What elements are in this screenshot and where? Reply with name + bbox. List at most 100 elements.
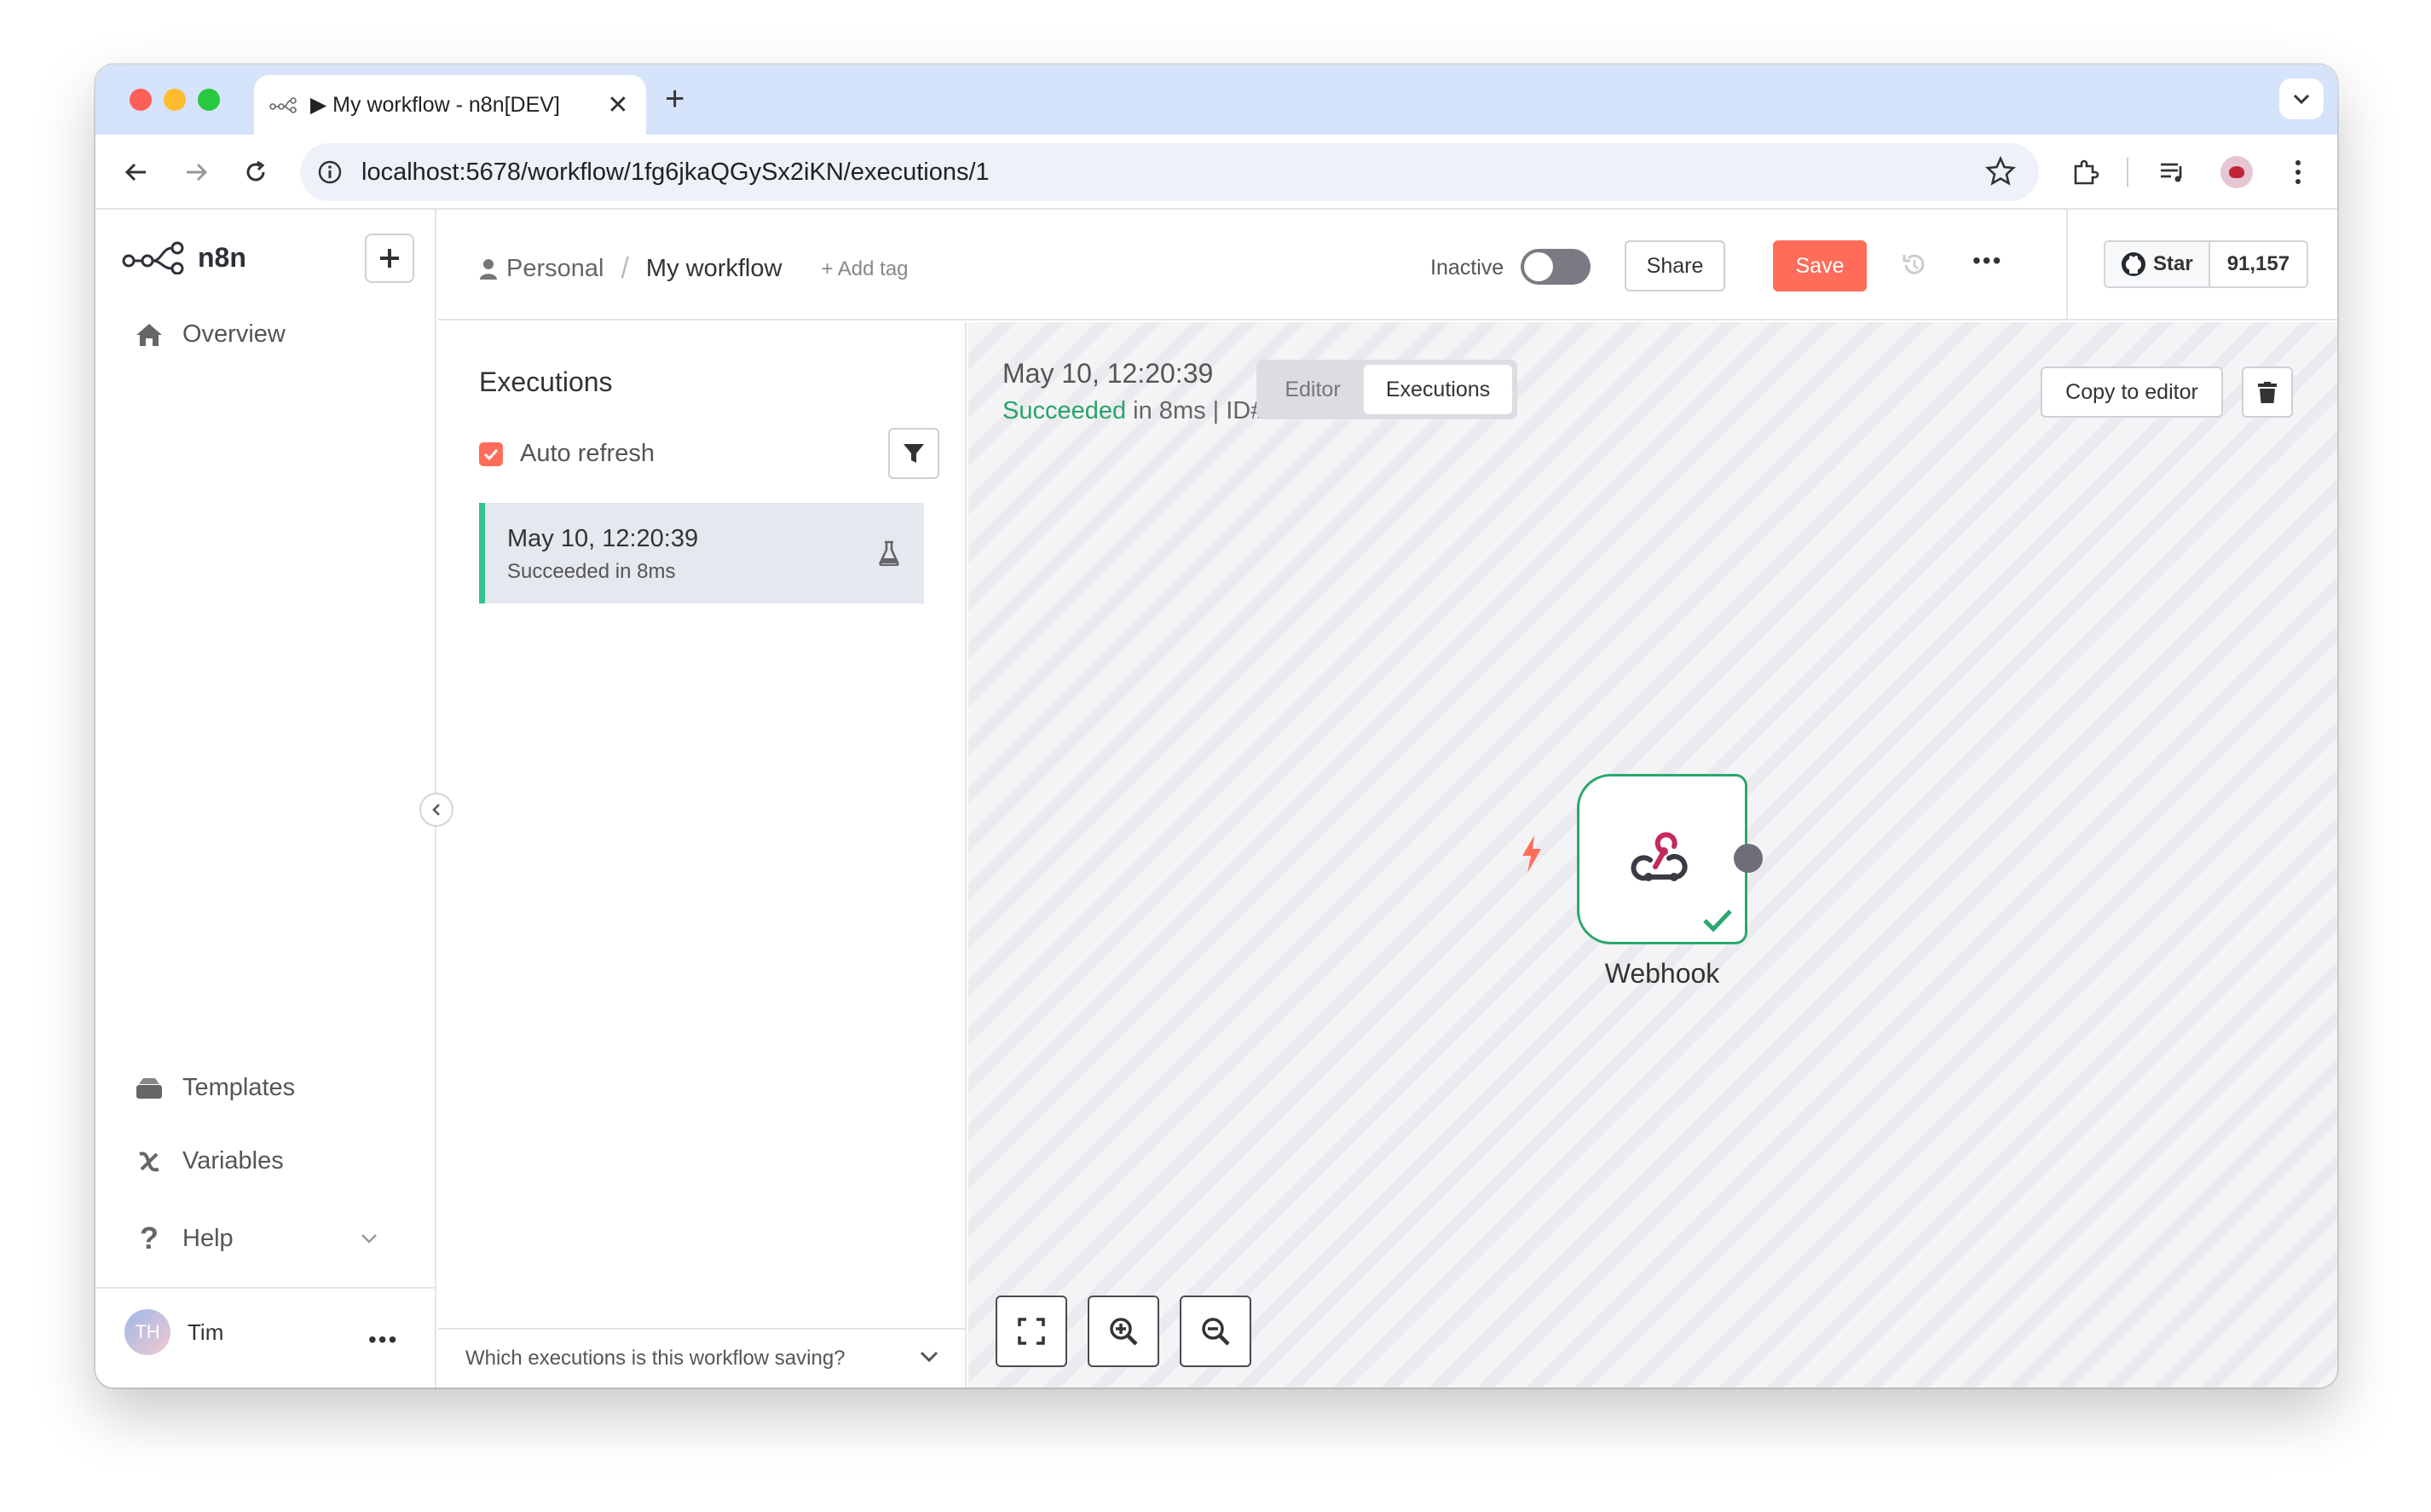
tab-search-button[interactable] (2279, 78, 2324, 119)
github-area: Star 91,157 (2066, 210, 2337, 320)
executions-title: Executions (479, 366, 613, 397)
webhook-icon (1631, 832, 1688, 881)
reading-list-button[interactable] (2153, 153, 2191, 191)
github-icon (2122, 252, 2145, 276)
site-info-icon[interactable] (317, 159, 343, 185)
tab-close-icon[interactable]: ✕ (605, 90, 631, 120)
avatar: TH (124, 1309, 170, 1355)
brand-name: n8n (198, 241, 246, 273)
n8n-logo[interactable]: n8n (121, 240, 246, 274)
collapse-sidebar-button[interactable] (419, 793, 453, 827)
user-name: Tim (188, 1319, 224, 1345)
user-menu[interactable]: TH Tim (124, 1309, 223, 1355)
github-star-label: Star (2153, 252, 2193, 275)
zoom-to-fit-button[interactable] (996, 1296, 1067, 1367)
add-resource-button[interactable] (365, 234, 414, 283)
browser-toolbar: localhost:5678/workflow/1fg6jkaQGySx2iKN… (95, 135, 2337, 210)
tab-title: ▶ My workflow - n8n[DEV] (310, 93, 560, 117)
browser-window: ▶ My workflow - n8n[DEV] ✕ + localhost:5… (95, 65, 2337, 1388)
execution-date: May 10, 12:20:39 (507, 525, 699, 552)
filter-button[interactable] (888, 428, 939, 479)
arrow-left-icon (124, 163, 146, 182)
checkbox-checked[interactable] (479, 441, 503, 466)
chevron-down-icon (2293, 94, 2310, 105)
node-label: Webhook (1604, 958, 1720, 989)
auto-refresh-checkbox[interactable]: Auto refresh (479, 440, 655, 468)
share-button[interactable]: Share (1625, 240, 1725, 291)
minimize-window-button[interactable] (164, 89, 186, 111)
workflow-more-button[interactable]: ••• (1972, 247, 2002, 274)
reload-icon (246, 160, 265, 182)
reload-button[interactable] (237, 153, 274, 191)
n8n-app: n8n Overview Templates Variables ? Help … (95, 210, 2337, 1388)
sidebar-item-variables[interactable]: Variables (133, 1147, 284, 1175)
webhook-node[interactable] (1577, 774, 1747, 944)
check-icon (483, 448, 499, 460)
arrow-right-icon (187, 163, 208, 182)
templates-icon (133, 1076, 165, 1100)
sidebar-item-label: Templates (182, 1074, 296, 1101)
executions-saving-info[interactable]: Which executions is this workflow saving… (438, 1328, 965, 1388)
execution-canvas[interactable]: May 10, 12:20:39 Succeeded in 8ms | ID#1… (968, 322, 2337, 1388)
toggle-knob (1524, 252, 1553, 281)
executions-panel: Executions Auto refresh May 10, 12:20:39… (438, 322, 967, 1388)
trigger-bolt-icon (1522, 835, 1541, 873)
puzzle-icon (2074, 159, 2099, 185)
tab-executions[interactable]: Executions (1364, 365, 1512, 414)
forward-button[interactable] (177, 153, 215, 191)
browser-menu-button[interactable] (2279, 153, 2317, 191)
active-toggle[interactable] (1521, 249, 1591, 285)
tab-editor[interactable]: Editor (1262, 365, 1364, 414)
flask-icon[interactable] (878, 540, 900, 566)
execution-status: Succeeded in 8ms (507, 560, 676, 583)
browser-tab[interactable]: ▶ My workflow - n8n[DEV] ✕ (254, 75, 646, 135)
url-text[interactable]: localhost:5678/workflow/1fg6jkaQGySx2iKN… (361, 159, 990, 187)
sidebar-divider (95, 1287, 435, 1289)
user-icon (480, 258, 497, 280)
profile-button[interactable] (2218, 153, 2255, 191)
saving-question: Which executions is this workflow saving… (465, 1347, 846, 1370)
github-star-count[interactable]: 91,157 (2209, 242, 2307, 286)
maximize-window-button[interactable] (198, 89, 220, 111)
breadcrumb-personal[interactable]: Personal (506, 255, 603, 283)
copy-to-editor-button[interactable]: Copy to editor (2041, 366, 2223, 418)
save-button[interactable]: Save (1773, 240, 1867, 291)
workflow-name[interactable]: My workflow (646, 255, 782, 283)
sidebar-item-templates[interactable]: Templates (133, 1074, 295, 1102)
toolbar-divider (2126, 153, 2129, 191)
sidebar-item-help[interactable]: ? Help (133, 1221, 234, 1256)
trash-icon (2258, 382, 2277, 403)
sidebar-item-overview[interactable]: Overview (133, 320, 286, 349)
close-window-button[interactable] (130, 89, 152, 111)
user-more-button[interactable]: ••• (368, 1326, 398, 1353)
chevron-left-icon (432, 804, 440, 816)
success-check-icon (1703, 909, 1732, 932)
n8n-logo-icon (122, 241, 184, 274)
breadcrumb: Personal / My workflow + Add tag (479, 252, 909, 286)
help-icon: ? (140, 1221, 159, 1255)
breadcrumb-separator: / (621, 252, 629, 285)
plus-icon (380, 249, 399, 268)
chevron-down-icon[interactable] (360, 1232, 378, 1244)
github-star-button[interactable]: Star 91,157 (2104, 240, 2309, 288)
github-star-part[interactable]: Star (2105, 242, 2210, 286)
main-sidebar: n8n Overview Templates Variables ? Help … (95, 210, 436, 1388)
extensions-button[interactable] (2066, 153, 2104, 191)
execution-list-item[interactable]: May 10, 12:20:39 Succeeded in 8ms (479, 503, 924, 603)
variables-icon (133, 1149, 165, 1174)
home-icon (133, 322, 165, 348)
fullscreen-icon (1018, 1318, 1045, 1345)
delete-execution-button[interactable] (2242, 366, 2293, 418)
sidebar-item-label: Help (182, 1224, 234, 1252)
bookmark-star-icon[interactable] (1984, 155, 2017, 188)
add-tag-button[interactable]: + Add tag (821, 257, 908, 281)
execution-date-heading: May 10, 12:20:39 (1002, 358, 1214, 389)
zoom-out-button[interactable] (1180, 1296, 1251, 1367)
zoom-in-button[interactable] (1088, 1296, 1159, 1367)
back-button[interactable] (118, 153, 155, 191)
new-tab-button[interactable]: + (665, 80, 684, 118)
history-icon[interactable] (1899, 251, 1928, 280)
address-bar[interactable]: localhost:5678/workflow/1fg6jkaQGySx2iKN… (300, 143, 2039, 201)
chevron-down-icon (920, 1351, 938, 1363)
node-output-handle[interactable] (1734, 844, 1763, 873)
